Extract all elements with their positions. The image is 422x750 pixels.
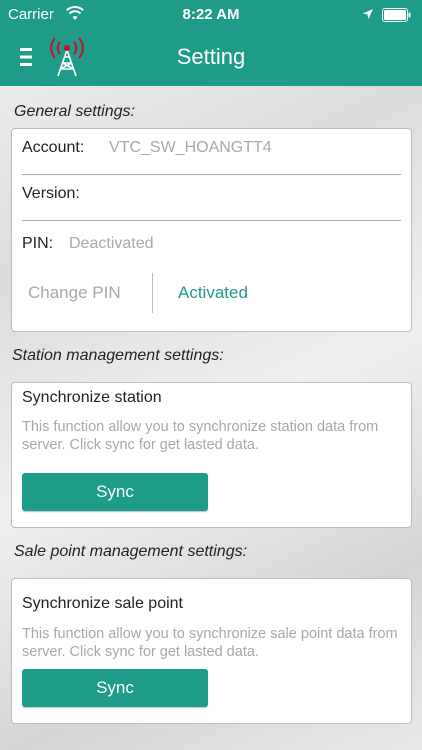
version-row: Version: — [22, 175, 401, 221]
station-sync-description: This function allow you to synchronize s… — [22, 419, 379, 453]
station-settings-title: Station management settings: — [12, 347, 224, 364]
nav-bar: Setting — [0, 30, 422, 86]
account-label: Account: — [22, 139, 85, 156]
sale-point-sync-heading: Synchronize sale point — [22, 595, 183, 612]
version-underline — [22, 220, 401, 221]
activated-button[interactable]: Activated — [178, 283, 248, 303]
general-settings-card: Account: VTC_SW_HOANGTT4 Version: PIN: D… — [11, 128, 412, 332]
sale-point-sync-button[interactable]: Sync — [22, 669, 208, 707]
account-row: Account: VTC_SW_HOANGTT4 — [22, 129, 401, 175]
status-bar: Carrier 8:22 AM — [0, 0, 422, 30]
sale-point-settings-title: Sale point management settings: — [14, 543, 248, 560]
station-sync-heading: Synchronize station — [22, 389, 162, 406]
sale-point-sync-description: This function allow you to synchronize s… — [22, 626, 398, 660]
change-pin-button[interactable]: Change PIN — [28, 283, 121, 303]
page-title-text: Setting — [176, 44, 246, 69]
page-title: Setting — [0, 44, 422, 70]
station-sync-button[interactable]: Sync — [22, 473, 208, 511]
clock: 8:22 AM — [182, 6, 240, 23]
version-label: Version: — [22, 185, 80, 202]
account-value: VTC_SW_HOANGTT4 — [109, 139, 272, 156]
pin-actions-divider — [152, 273, 153, 313]
sale-point-sync-card: Synchronize sale point This function all… — [11, 578, 412, 724]
battery-icon — [382, 8, 411, 22]
wifi-icon — [66, 6, 84, 20]
carrier-label: Carrier — [8, 6, 54, 23]
pin-actions: Change PIN Activated — [22, 271, 401, 315]
pin-status-value: Deactivated — [69, 235, 154, 252]
pin-row: PIN: Deactivated — [22, 225, 401, 271]
station-sync-card: Synchronize station This function allow … — [11, 382, 412, 528]
location-arrow-icon — [363, 9, 373, 19]
pin-label: PIN: — [22, 235, 54, 252]
general-settings-title: General settings: — [14, 103, 135, 120]
